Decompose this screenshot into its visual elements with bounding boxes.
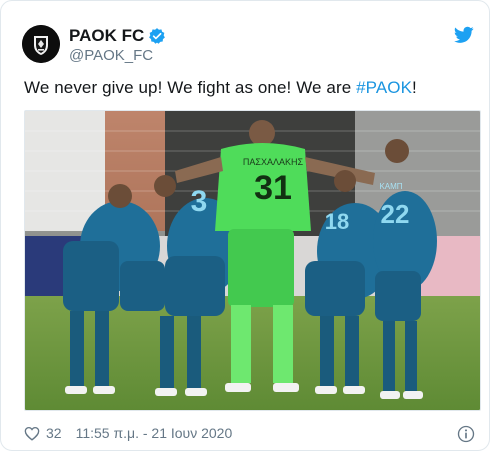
- tweet-card: PAOK FC @PAOK_FC We never give up! We fi…: [0, 0, 490, 451]
- heart-icon[interactable]: [24, 426, 40, 441]
- verified-badge-icon: [149, 28, 166, 44]
- tweet-footer: 32 11:55 π.μ. - 21 Ιουν 2020: [24, 425, 232, 441]
- tweet-text-body: We never give up! We fight as one! We ar…: [24, 78, 357, 97]
- twitter-bird-icon[interactable]: [454, 26, 474, 44]
- avatar[interactable]: [22, 25, 60, 63]
- tweet-text: We never give up! We fight as one! We ar…: [24, 78, 417, 98]
- team-huddle-image: ΠΑΣΧΑΛΑΚΗΣ 31 3 18 ΚΑΜΠ 22: [25, 111, 480, 410]
- number-22-name-text: ΚΑΜΠ: [379, 182, 402, 191]
- jersey-number-18: 18: [325, 209, 349, 234]
- jersey-number-22: 22: [381, 199, 410, 229]
- hashtag-link[interactable]: #PAOK: [356, 78, 412, 97]
- jersey-number-3: 3: [191, 185, 208, 218]
- like-count[interactable]: 32: [46, 425, 62, 441]
- keeper-name-text: ΠΑΣΧΑΛΑΚΗΣ: [243, 157, 304, 167]
- paok-crest-icon: [22, 25, 60, 63]
- tweet-photo[interactable]: ΠΑΣΧΑΛΑΚΗΣ 31 3 18 ΚΑΜΠ 22: [24, 110, 481, 411]
- info-icon[interactable]: [457, 425, 475, 443]
- tweet-timestamp[interactable]: 11:55 π.μ. - 21 Ιουν 2020: [76, 425, 233, 441]
- tweet-text-end: !: [412, 78, 417, 97]
- author-row[interactable]: PAOK FC: [69, 26, 166, 46]
- jersey-number-31: 31: [254, 169, 292, 207]
- author-handle[interactable]: @PAOK_FC: [69, 47, 153, 64]
- display-name[interactable]: PAOK FC: [69, 26, 144, 46]
